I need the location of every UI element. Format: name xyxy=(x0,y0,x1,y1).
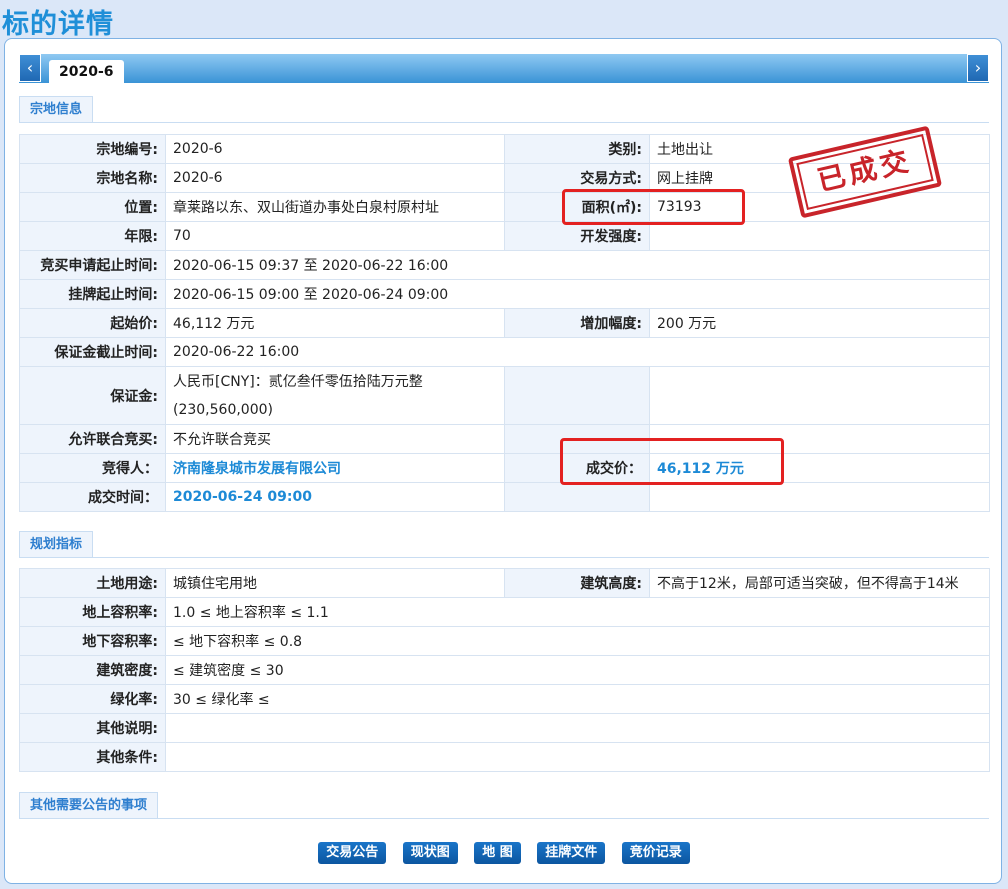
planning-table: 土地用途: 城镇住宅用地 建筑高度: 不高于12米，局部可适当突破，但不得高于1… xyxy=(19,568,990,772)
bid-apply-value: 2020-06-15 09:37 至 2020-06-22 16:00 xyxy=(165,250,990,280)
deposit-deadline-value: 2020-06-22 16:00 xyxy=(165,337,990,367)
location-value: 章莱路以东、双山街道办事处白泉村原村址 xyxy=(165,192,505,222)
parcel-name-value: 2020-6 xyxy=(165,163,505,193)
parcel-no-value: 2020-6 xyxy=(165,134,505,164)
table-row: 年限: 70 开发强度: xyxy=(19,221,990,251)
table-row: 成交时间： 2020-06-24 09:00 xyxy=(19,482,990,512)
table-row: 建筑密度: ≤ 建筑密度 ≤ 30 xyxy=(19,655,990,685)
parcel-name-label: 宗地名称: xyxy=(19,163,166,193)
area-highlight-box xyxy=(562,189,745,225)
joint-label: 允许联合竞买: xyxy=(19,424,166,454)
location-label: 位置: xyxy=(19,192,166,222)
deal-time-value: 2020-06-24 09:00 xyxy=(165,482,505,512)
section-tag-land-info[interactable]: 宗地信息 xyxy=(19,96,94,122)
action-button-row: 交易公告 现状图 地 图 挂牌文件 竞价记录 xyxy=(5,842,1003,864)
tab-2020-6[interactable]: 2020-6 xyxy=(49,60,124,83)
other-desc-label: 其他说明: xyxy=(19,713,166,743)
listing-label: 挂牌起止时间: xyxy=(19,279,166,309)
density-label: 建筑密度: xyxy=(19,655,166,685)
table-row: 保证金截止时间: 2020-06-22 16:00 xyxy=(19,337,990,367)
increment-label: 增加幅度: xyxy=(504,308,650,338)
green-label: 绿化率: xyxy=(19,684,166,714)
deal-price-highlight-box xyxy=(560,438,784,485)
chevron-left-icon[interactable]: ‹ xyxy=(19,54,41,82)
table-row: 挂牌起止时间: 2020-06-15 09:00 至 2020-06-24 09… xyxy=(19,279,990,309)
term-value: 70 xyxy=(165,221,505,251)
far-below-label: 地下容积率: xyxy=(19,626,166,656)
table-row: 起始价: 46,112 万元 增加幅度: 200 万元 xyxy=(19,308,990,338)
green-value: 30 ≤ 绿化率 ≤ xyxy=(165,684,990,714)
table-row: 保证金: 人民币[CNY]：贰亿叁仟零伍拾陆万元整 (230,560,000) xyxy=(19,366,990,425)
table-row: 绿化率: 30 ≤ 绿化率 ≤ xyxy=(19,684,990,714)
empty-label xyxy=(504,366,650,425)
other-cond-label: 其他条件: xyxy=(19,742,166,772)
start-price-label: 起始价: xyxy=(19,308,166,338)
other-desc-value xyxy=(165,713,990,743)
section-tag-other[interactable]: 其他需要公告的事项 xyxy=(19,792,159,818)
table-row: 其他说明: xyxy=(19,713,990,743)
category-label: 类别: xyxy=(504,134,650,164)
deposit-line-2: (230,560,000) xyxy=(173,401,273,418)
land-use-value: 城镇住宅用地 xyxy=(165,568,505,598)
page-title: 标的详情 xyxy=(2,9,114,40)
table-row: 地上容积率: 1.0 ≤ 地上容积率 ≤ 1.1 xyxy=(19,597,990,627)
table-row: 竞买申请起止时间: 2020-06-15 09:37 至 2020-06-22 … xyxy=(19,250,990,280)
deal-time-label: 成交时间： xyxy=(19,482,166,512)
chevron-right-icon[interactable]: › xyxy=(967,54,989,82)
height-value: 不高于12米，局部可适当突破，但不得高于14米 xyxy=(649,568,990,598)
winner-label: 竞得人： xyxy=(19,453,166,483)
term-label: 年限: xyxy=(19,221,166,251)
far-above-label: 地上容积率: xyxy=(19,597,166,627)
empty-label xyxy=(504,482,650,512)
listing-value: 2020-06-15 09:00 至 2020-06-24 09:00 xyxy=(165,279,990,309)
far-above-value: 1.0 ≤ 地上容积率 ≤ 1.1 xyxy=(165,597,990,627)
tab-bar: ‹ 2020-6 › xyxy=(19,54,989,83)
far-below-value: ≤ 地下容积率 ≤ 0.8 xyxy=(165,626,990,656)
section-other: 其他需要公告的事项 xyxy=(19,792,989,819)
start-price-value: 46,112 万元 xyxy=(165,308,505,338)
section-planning: 规划指标 xyxy=(19,531,989,558)
parcel-no-label: 宗地编号: xyxy=(19,134,166,164)
empty-value xyxy=(649,482,990,512)
table-row: 地下容积率: ≤ 地下容积率 ≤ 0.8 xyxy=(19,626,990,656)
height-label: 建筑高度: xyxy=(504,568,650,598)
status-map-button[interactable]: 现状图 xyxy=(402,842,458,864)
bid-apply-label: 竞买申请起止时间: xyxy=(19,250,166,280)
winner-value: 济南隆泉城市发展有限公司 xyxy=(165,453,505,483)
deposit-deadline-label: 保证金截止时间: xyxy=(19,337,166,367)
deposit-value: 人民币[CNY]：贰亿叁仟零伍拾陆万元整 (230,560,000) xyxy=(165,366,505,425)
empty-value xyxy=(649,366,990,425)
density-value: ≤ 建筑密度 ≤ 30 xyxy=(165,655,990,685)
intensity-value xyxy=(649,221,990,251)
detail-panel: ‹ 2020-6 › 宗地信息 宗地编号: 2020-6 类别: 土地出让 宗地… xyxy=(4,38,1002,884)
table-row: 其他条件: xyxy=(19,742,990,772)
listing-docs-button[interactable]: 挂牌文件 xyxy=(537,842,606,864)
table-row: 允许联合竞买: 不允许联合竞买 xyxy=(19,424,990,454)
table-row: 竞得人： 济南隆泉城市发展有限公司 成交价： 46,112 万元 xyxy=(19,453,990,483)
announcement-button[interactable]: 交易公告 xyxy=(318,842,387,864)
joint-value: 不允许联合竞买 xyxy=(165,424,505,454)
deposit-line-1: 人民币[CNY]：贰亿叁仟零伍拾陆万元整 xyxy=(173,373,423,390)
bid-records-button[interactable]: 竞价记录 xyxy=(621,842,690,864)
land-use-label: 土地用途: xyxy=(19,568,166,598)
table-row: 土地用途: 城镇住宅用地 建筑高度: 不高于12米，局部可适当突破，但不得高于1… xyxy=(19,568,990,598)
intensity-label: 开发强度: xyxy=(504,221,650,251)
other-cond-value xyxy=(165,742,990,772)
deposit-label: 保证金: xyxy=(19,366,166,425)
increment-value: 200 万元 xyxy=(649,308,990,338)
section-tag-planning[interactable]: 规划指标 xyxy=(19,531,94,557)
map-button[interactable]: 地 图 xyxy=(474,842,521,864)
section-land-info: 宗地信息 xyxy=(19,96,989,123)
